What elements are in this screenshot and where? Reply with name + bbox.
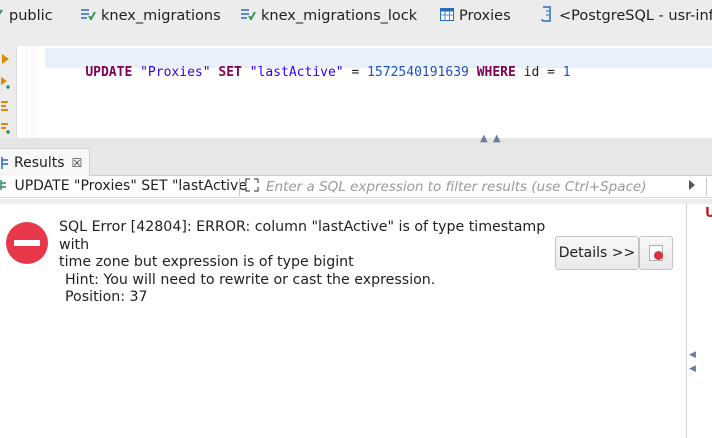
execute-new-tab-icon[interactable] [0,76,12,90]
sql-operator: = [343,65,368,80]
execute-script-new-tab-icon[interactable] [0,122,12,136]
editor-results-splitter[interactable]: ▲ ▲ [0,133,712,146]
sql-identifier: "Proxies" [140,65,211,80]
collapse-left-icon[interactable]: ◀ [689,364,696,374]
details-button[interactable]: Details >> [555,236,639,270]
sql-space [132,65,140,80]
editor-side-toolbar [0,46,16,138]
results-filter-bar: UPDATE "Proxies" SET "lastActive [0,176,712,198]
editor-tab-bar: public knex_migrations knex_migrations_l… [0,0,712,46]
side-panel-letter: U [705,206,712,221]
sql-condition: id = [515,65,563,80]
tab-label: knex_migrations [101,8,221,24]
splitter-arrows-icon[interactable]: ▲ ▲ [480,133,502,144]
divider [706,178,707,196]
execute-statement-icon[interactable] [0,52,12,66]
collapse-left-icon[interactable]: ◀ [689,350,696,360]
apply-filter-icon[interactable] [688,179,696,194]
tab-knex-migrations[interactable]: knex_migrations [80,0,221,46]
error-position: Position: 37 [65,289,148,305]
tab-label: knex_migrations_lock [261,8,418,24]
editor-ruler [25,46,37,138]
sql-text[interactable]: UPDATE "Proxies" SET "lastActive" = 1572… [54,50,571,95]
sql-keyword: SET [218,65,242,80]
divider [239,178,240,196]
table-grid-icon [440,7,454,25]
query-icon [0,180,6,190]
sql-space [242,65,250,80]
close-icon[interactable]: ☒ [72,156,83,170]
sql-number: 1 [562,65,571,80]
error-line: time zone but expression is of type bigi… [59,254,354,270]
sql-keyword: WHERE [476,65,516,80]
tab-label: Proxies [459,8,511,24]
tab-label: <PostgreSQL - usr-inf [559,8,712,24]
results-icon [1,156,8,169]
error-hint: Hint: You will need to rewrite or cast t… [65,271,436,288]
results-tab-label: Results [14,154,65,171]
sql-editor-icon [540,6,554,26]
results-view-header: Results ☒ [0,146,712,176]
tab-label: public [9,8,53,24]
sql-keyword: UPDATE [85,65,133,80]
error-dot-icon [654,251,663,260]
error-panel: SQL Error [42804]: ERROR: column "lastAc… [0,204,686,438]
sql-number: 1572540191639 [367,65,469,80]
tab-public[interactable]: public [0,0,53,46]
error-message: SQL Error [42804]: ERROR: column "lastAc… [59,219,549,307]
schema-icon [0,7,4,25]
tab-sql-editor[interactable]: <PostgreSQL - usr-inf [540,0,712,46]
query-label-text: UPDATE "Proxies" SET "lastActive [14,178,247,194]
table-icon [80,7,96,25]
filter-input[interactable] [266,177,686,197]
error-line: SQL Error [42804]: ERROR: column "lastAc… [59,219,546,253]
query-label: UPDATE "Proxies" SET "lastActive [0,178,247,194]
error-stop-icon [6,222,48,264]
tab-results[interactable]: Results ☒ [0,148,90,176]
table-icon [240,7,256,25]
expand-icon[interactable] [245,178,259,196]
execute-script-icon[interactable] [0,100,12,114]
sql-editor[interactable]: UPDATE "Proxies" SET "lastActive" = 1572… [16,46,712,138]
tab-knex-migrations-lock[interactable]: knex_migrations_lock [240,0,417,46]
open-error-log-button[interactable] [639,236,673,270]
side-panel-strip: U ◀ ◀ [687,204,712,438]
sql-space [469,65,477,80]
tab-proxies[interactable]: Proxies [440,0,511,46]
sql-identifier: "lastActive" [249,65,344,80]
